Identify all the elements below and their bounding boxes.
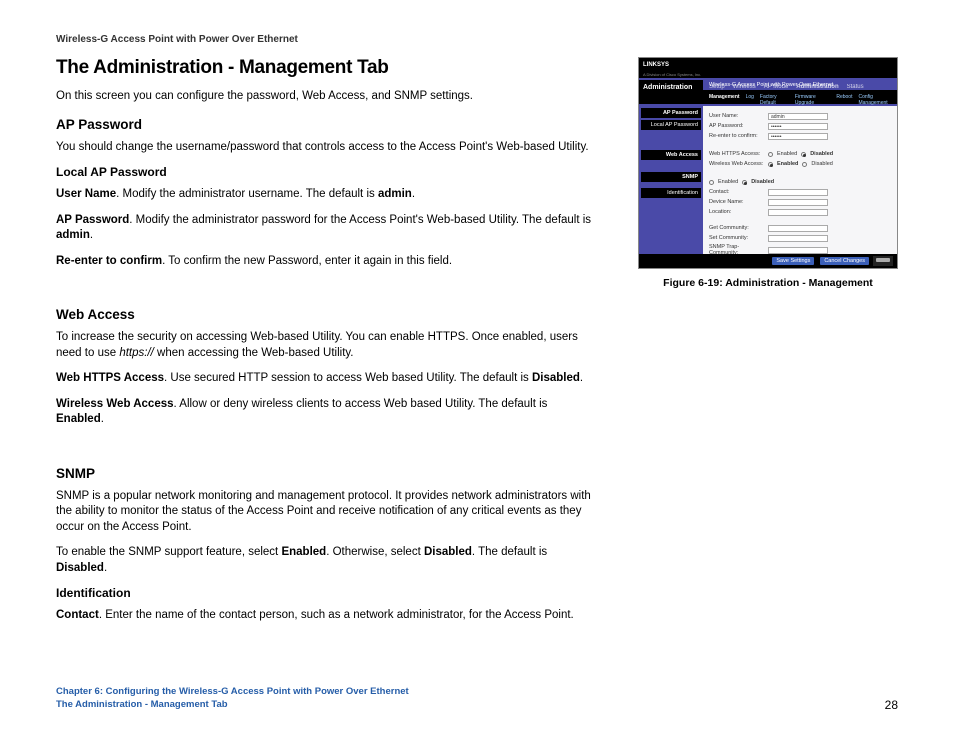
identification-heading: Identification bbox=[56, 586, 596, 600]
figure-caption: Figure 6-19: Administration - Management bbox=[638, 277, 898, 289]
shot-brand: LINKSYS bbox=[639, 58, 897, 72]
shot-left-nav: AP Password Local AP Password Web Access… bbox=[639, 106, 703, 254]
shot-footer: Save Settings Cancel Changes bbox=[639, 254, 897, 268]
page-title: The Administration - Management Tab bbox=[56, 57, 596, 79]
shot-subbrand: A Division of Cisco Systems, Inc. bbox=[639, 72, 897, 78]
ap-password-desc: You should change the username/password … bbox=[56, 140, 596, 156]
local-ap-password-heading: Local AP Password bbox=[56, 165, 596, 179]
ap-password-heading: AP Password bbox=[56, 117, 596, 132]
snmp-desc: SNMP is a popular network monitoring and… bbox=[56, 489, 596, 536]
running-header: Wireless-G Access Point with Power Over … bbox=[56, 34, 898, 45]
shot-cancel-button: Cancel Changes bbox=[820, 257, 869, 265]
page-number: 28 bbox=[885, 698, 898, 712]
radio-icon bbox=[801, 152, 806, 157]
shot-save-button: Save Settings bbox=[772, 257, 814, 265]
reenter-label: Re-enter to confirm bbox=[56, 255, 162, 267]
username-label: User Name bbox=[56, 188, 116, 200]
shot-main-tab: Administration bbox=[639, 84, 703, 91]
snmp-heading: SNMP bbox=[56, 466, 596, 481]
web-access-heading: Web Access bbox=[56, 307, 596, 322]
radio-icon bbox=[802, 162, 807, 167]
wireless-web-line: Wireless Web Access. Allow or deny wirel… bbox=[56, 397, 596, 428]
radio-icon bbox=[768, 162, 773, 167]
shot-form: User Name:admin AP Password:•••••• Re-en… bbox=[703, 106, 897, 254]
reenter-line: Re-enter to confirm. To confirm the new … bbox=[56, 254, 596, 270]
snmp-enable-line: To enable the SNMP support feature, sele… bbox=[56, 545, 596, 576]
footer-left: Chapter 6: Configuring the Wireless-G Ac… bbox=[56, 686, 409, 712]
ap-password-line: AP Password. Modify the administrator pa… bbox=[56, 213, 596, 244]
main-column: The Administration - Management Tab On t… bbox=[56, 57, 596, 634]
intro-text: On this screen you can configure the pas… bbox=[56, 89, 596, 105]
web-access-desc: To increase the security on accessing We… bbox=[56, 330, 596, 361]
figure-screenshot: LINKSYS A Division of Cisco Systems, Inc… bbox=[638, 57, 898, 269]
username-line: User Name. Modify the administrator user… bbox=[56, 187, 596, 203]
radio-icon bbox=[709, 180, 714, 185]
cisco-logo-icon bbox=[873, 256, 893, 266]
ap-password-label: AP Password bbox=[56, 214, 129, 226]
shot-subtabs: Management Log Factory Default Firmware … bbox=[639, 94, 897, 104]
contact-line: Contact. Enter the name of the contact p… bbox=[56, 608, 596, 624]
radio-icon bbox=[768, 152, 773, 157]
radio-icon bbox=[742, 180, 747, 185]
https-line: Web HTTPS Access. Use secured HTTP sessi… bbox=[56, 371, 596, 387]
figure-column: LINKSYS A Division of Cisco Systems, Inc… bbox=[638, 57, 898, 634]
